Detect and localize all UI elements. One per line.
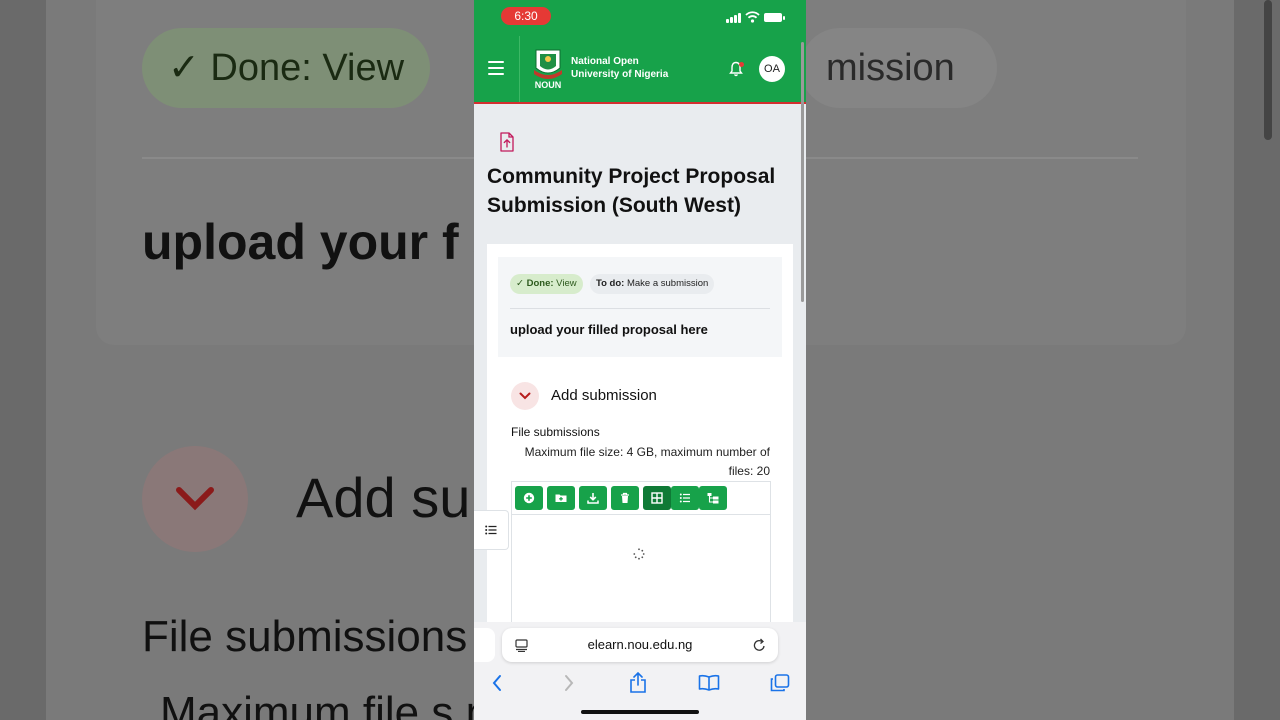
download-button[interactable] [579, 486, 607, 510]
info-divider [510, 308, 770, 309]
forward-icon[interactable] [563, 674, 575, 692]
max-file-info: Maximum file size: 4 GB, maximum number … [524, 445, 770, 478]
status-time: 6:30 [501, 7, 551, 25]
previous-tab-preview[interactable] [474, 628, 495, 662]
collapse-toggle-button[interactable] [511, 382, 539, 410]
bg-done-badge: ✓ Done: View [142, 28, 431, 108]
university-name[interactable]: National Open University of Nigeria [571, 55, 668, 81]
header-divider [519, 36, 520, 102]
back-icon[interactable] [491, 674, 503, 692]
share-icon[interactable] [629, 672, 647, 694]
reload-icon[interactable] [753, 638, 766, 652]
wifi-icon [745, 11, 760, 23]
user-avatar[interactable]: OA [759, 56, 785, 82]
bookmarks-icon[interactable] [698, 674, 720, 692]
activity-instructions: upload your filled proposal here [510, 322, 708, 337]
add-submission-heading[interactable]: Add submission [551, 387, 657, 404]
submission-card: ✓ Done: View To do: Make a submission up… [487, 244, 793, 624]
home-indicator[interactable] [581, 710, 699, 714]
activity-info-box: ✓ Done: View To do: Make a submission up… [498, 257, 782, 357]
delete-icon [621, 492, 629, 503]
create-folder-icon [555, 494, 567, 502]
page-scrollbar[interactable] [801, 42, 804, 302]
done-value: View [556, 278, 577, 289]
todo-label: To do: [596, 278, 625, 289]
address-bar[interactable]: elearn.nou.edu.ng [502, 628, 778, 662]
bg-scrollbar [1264, 0, 1272, 140]
check-icon: ✓ [516, 278, 524, 289]
tree-view-button[interactable] [699, 486, 727, 510]
loading-spinner-icon [633, 548, 645, 560]
done-badge: ✓ Done: View [510, 274, 583, 294]
site-header: NOUN National Open University of Nigeria… [474, 36, 806, 104]
notification-dot [739, 62, 744, 67]
main-content: Community Project Proposal Submission (S… [474, 104, 806, 624]
file-upload-icon [500, 132, 514, 152]
bg-todo-badge: mission [800, 28, 997, 108]
hamburger-menu-icon[interactable] [488, 61, 504, 75]
bg-files-label: File submissions [142, 612, 468, 661]
svg-text:NOUN: NOUN [535, 80, 562, 90]
url-text: elearn.nou.edu.ng [587, 637, 693, 652]
signal-icon [726, 12, 742, 23]
done-label: Done: [526, 278, 554, 289]
battery-icon [764, 13, 785, 22]
grid-view-button[interactable] [643, 486, 671, 510]
grid-view-icon [651, 492, 663, 504]
file-submissions-label: File submissions [511, 425, 600, 439]
tree-view-icon [707, 493, 719, 504]
bg-add-submission: Add su [296, 466, 471, 529]
bg-chevron [142, 446, 248, 552]
page-title: Community Project Proposal Submission (S… [487, 165, 776, 217]
add-file-button[interactable] [515, 486, 543, 510]
list-icon [485, 525, 497, 535]
delete-button[interactable] [611, 486, 639, 510]
todo-value: Make a submission [626, 278, 709, 289]
list-view-button[interactable] [671, 486, 699, 510]
phone-screen: 6:30 NOUN National Open University of Ni… [474, 0, 806, 720]
noun-logo[interactable]: NOUN [530, 46, 566, 90]
create-folder-button[interactable] [547, 486, 575, 510]
file-manager-toolbar [512, 482, 770, 515]
chevron-down-icon [519, 392, 531, 400]
download-icon [587, 493, 599, 504]
status-bar: 6:30 [474, 0, 806, 36]
tabs-icon[interactable] [770, 674, 790, 692]
file-manager[interactable] [511, 481, 771, 624]
add-file-icon [523, 492, 535, 504]
list-view-icon [679, 493, 690, 503]
university-name-line2: University of Nigeria [571, 69, 669, 80]
course-index-toggle[interactable] [474, 510, 509, 550]
browser-bottom-bar: elearn.nou.edu.ng [474, 622, 806, 720]
university-name-line1: National Open [571, 56, 639, 67]
todo-badge: To do: Make a submission [590, 274, 715, 294]
